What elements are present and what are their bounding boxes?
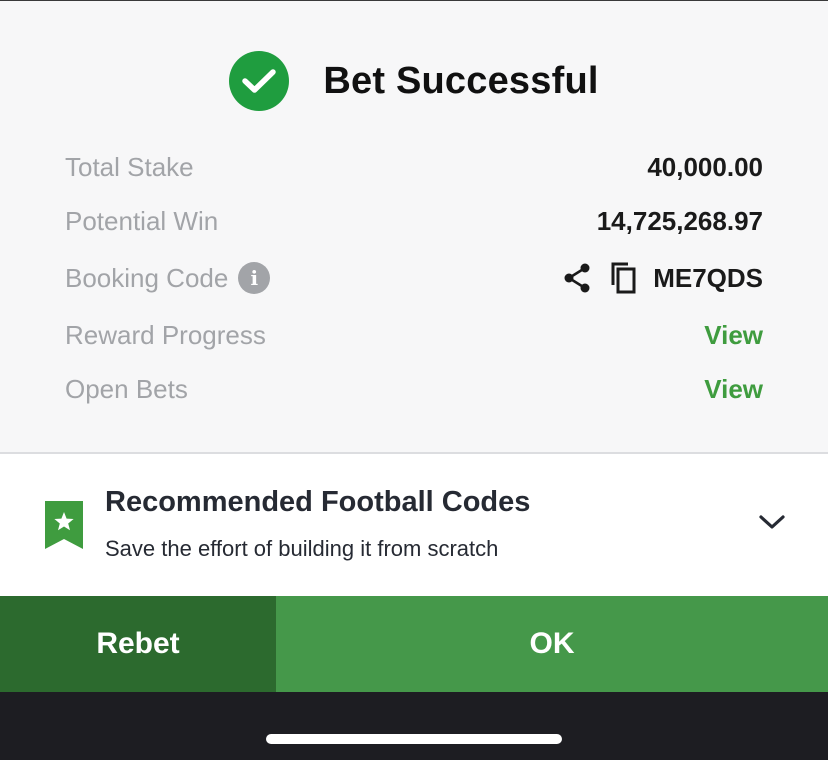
total-stake-value: 40,000.00 bbox=[647, 151, 763, 182]
bet-success-sheet: Bet Successful Total Stake 40,000.00 Pot… bbox=[0, 0, 828, 760]
potential-win-label: Potential Win bbox=[65, 205, 219, 236]
header: Bet Successful bbox=[0, 50, 828, 112]
open-bets-view-link[interactable]: View bbox=[704, 374, 763, 405]
rebet-button[interactable]: Rebet bbox=[0, 596, 276, 692]
chevron-down-icon[interactable] bbox=[756, 510, 788, 534]
potential-win-row: Potential Win 14,725,268.97 bbox=[65, 201, 763, 241]
total-stake-row: Total Stake 40,000.00 bbox=[65, 147, 763, 187]
ok-button[interactable]: OK bbox=[276, 596, 828, 692]
reward-progress-view-link[interactable]: View bbox=[704, 320, 763, 351]
reward-progress-row: Reward Progress View bbox=[65, 315, 763, 355]
open-bets-row: Open Bets View bbox=[65, 369, 763, 409]
copy-icon[interactable] bbox=[607, 260, 639, 296]
reward-progress-label: Reward Progress bbox=[65, 319, 266, 350]
home-indicator[interactable] bbox=[266, 734, 562, 744]
share-icon[interactable] bbox=[561, 260, 593, 296]
check-circle-icon bbox=[229, 51, 290, 111]
booking-code-value-group: ME7QDS bbox=[561, 260, 763, 296]
page-title: Bet Successful bbox=[323, 59, 599, 102]
booking-code-label-group: Booking Code i bbox=[65, 262, 271, 294]
system-bottom-bar bbox=[0, 692, 828, 760]
open-bets-label: Open Bets bbox=[65, 373, 188, 404]
total-stake-label: Total Stake bbox=[65, 151, 194, 182]
recommended-codes-panel[interactable]: Recommended Football Codes Save the effo… bbox=[0, 454, 828, 596]
recommended-subtitle: Save the effort of building it from scra… bbox=[105, 536, 499, 561]
info-icon[interactable]: i bbox=[238, 262, 271, 294]
booking-code-label: Booking Code bbox=[65, 262, 229, 293]
potential-win-value: 14,725,268.97 bbox=[596, 205, 763, 236]
recommended-title: Recommended Football Codes bbox=[105, 486, 531, 518]
booking-code-value: ME7QDS bbox=[653, 262, 763, 293]
booking-code-row: Booking Code i ME7QDS bbox=[65, 258, 763, 298]
bookmark-star-icon bbox=[45, 501, 83, 549]
